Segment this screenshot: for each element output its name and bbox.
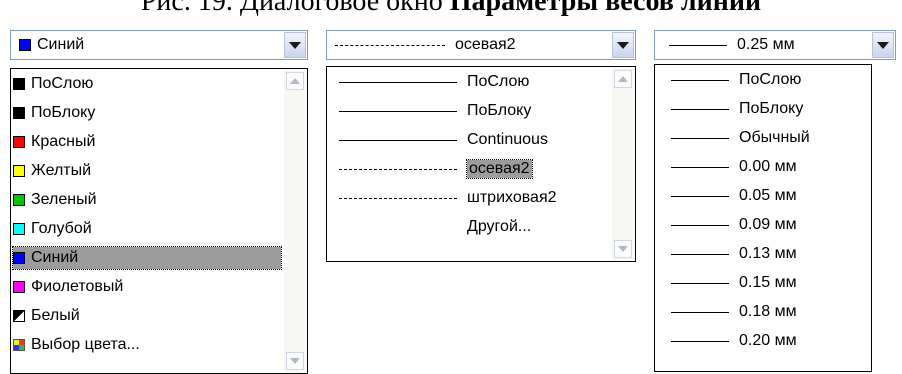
list-item[interactable]: 0.09 мм — [657, 214, 797, 236]
scroll-up-button[interactable] — [614, 70, 632, 88]
line-sample — [671, 224, 729, 226]
yellow-swatch-icon — [13, 165, 25, 177]
list-item[interactable]: ПоБлоку — [13, 102, 95, 124]
list-item[interactable]: Другой... — [467, 216, 531, 238]
line-sample — [671, 137, 729, 139]
lineweight-combo-value: 0.25 мм — [737, 36, 795, 53]
scroll-down-button[interactable] — [614, 240, 632, 258]
line-sample — [671, 253, 729, 255]
list-item[interactable]: Желтый — [13, 160, 91, 182]
line-sample — [671, 282, 729, 284]
color-combo-value: Синий — [37, 36, 85, 53]
arrow-up-icon — [618, 76, 628, 82]
magenta-swatch-icon — [13, 281, 25, 293]
white-swatch-icon — [13, 310, 25, 322]
list-item[interactable]: Выбор цвета... — [13, 334, 140, 356]
color-list[interactable]: ПоСлою ПоБлоку Красный Желтый Зеленый Го… — [10, 68, 308, 374]
linetype-sample — [335, 44, 445, 46]
list-item-selected[interactable]: осевая2 — [329, 158, 533, 180]
list-item[interactable]: ПоБлоку — [657, 98, 803, 120]
color-combo[interactable]: Синий — [10, 30, 308, 60]
blue-swatch-icon — [13, 252, 25, 264]
list-item[interactable]: Обычный — [657, 127, 810, 149]
list-item[interactable]: 0.13 мм — [657, 243, 797, 265]
chevron-down-icon — [877, 41, 889, 49]
figure-caption: Рис. 19. Диалоговое окно Параметры весов… — [0, 0, 902, 20]
linetype-combo-value: осевая2 — [455, 36, 516, 53]
arrow-up-icon — [290, 78, 300, 84]
arrow-down-icon — [290, 358, 300, 364]
dashdot-line-sample — [339, 168, 457, 170]
line-sample — [671, 108, 729, 110]
arrow-down-icon — [618, 246, 628, 252]
chevron-down-icon — [289, 41, 301, 49]
linetype-list[interactable]: ПоСлою ПоБлоку Continuous осевая2 штрихо… — [326, 66, 636, 262]
list-item[interactable]: 0.20 мм — [657, 330, 797, 352]
lineweight-combo[interactable]: 0.25 мм — [654, 30, 896, 60]
list-item[interactable]: Голубой — [13, 218, 92, 240]
line-sample — [671, 79, 729, 81]
list-item[interactable]: штриховая2 — [329, 187, 557, 209]
scrollbar[interactable] — [284, 70, 306, 372]
red-swatch-icon — [13, 136, 25, 148]
dash-line-sample — [339, 197, 457, 199]
line-sample — [671, 311, 729, 313]
color-dropdown-button[interactable] — [284, 32, 306, 58]
list-item[interactable]: ПоБлоку — [329, 100, 531, 122]
color-swatch-blue — [19, 39, 31, 51]
lineweight-dropdown-button[interactable] — [872, 32, 894, 58]
cyan-swatch-icon — [13, 223, 25, 235]
list-item[interactable]: 0.05 мм — [657, 185, 797, 207]
caption-bold: Параметры весов линий — [449, 0, 762, 17]
lineweight-sample — [669, 44, 727, 46]
list-item[interactable]: Белый — [13, 305, 80, 327]
lineweight-list[interactable]: ПоСлою ПоБлоку Обычный 0.00 мм 0.05 мм 0… — [654, 64, 872, 372]
list-item[interactable]: ПоСлою — [329, 71, 529, 93]
list-item[interactable]: 0.00 мм — [657, 156, 797, 178]
solid-line-sample — [339, 81, 457, 83]
list-item-selected[interactable]: Синий — [12, 246, 282, 270]
list-item[interactable]: Красный — [13, 131, 95, 153]
color-picker-icon — [13, 339, 25, 351]
scroll-down-button[interactable] — [286, 352, 304, 370]
scrollbar[interactable] — [612, 68, 634, 260]
caption-prefix: Рис. 19. Диалоговое окно — [140, 0, 450, 17]
list-item[interactable]: 0.15 мм — [657, 272, 797, 294]
chevron-down-icon — [617, 41, 629, 49]
line-sample — [671, 195, 729, 197]
black-swatch-icon — [13, 78, 25, 90]
list-item[interactable]: ПоСлою — [13, 73, 93, 95]
line-sample — [671, 340, 729, 342]
green-swatch-icon — [13, 194, 25, 206]
list-item[interactable]: 0.18 мм — [657, 301, 797, 323]
list-item[interactable]: Зеленый — [13, 189, 97, 211]
list-item[interactable]: Фиолетовый — [13, 276, 123, 298]
solid-line-sample — [339, 139, 457, 141]
black-swatch-icon — [13, 107, 25, 119]
list-item[interactable]: ПоСлою — [657, 69, 801, 91]
list-item[interactable]: Continuous — [329, 129, 548, 151]
line-sample — [671, 166, 729, 168]
scroll-up-button[interactable] — [286, 72, 304, 90]
linetype-combo[interactable]: осевая2 — [326, 30, 636, 60]
solid-line-sample — [339, 110, 457, 112]
linetype-dropdown-button[interactable] — [612, 32, 634, 58]
